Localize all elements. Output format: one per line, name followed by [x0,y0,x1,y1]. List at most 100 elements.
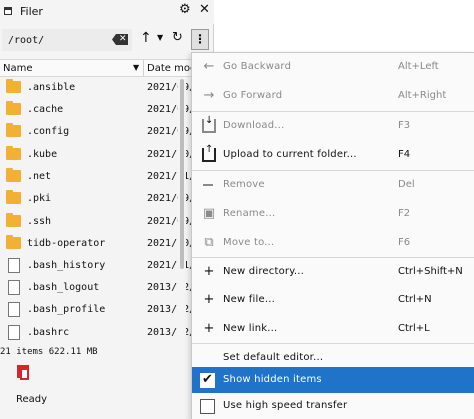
file-date: 2021/09/ [147,126,196,137]
menu-item-shortcut: Alt+Left [398,61,439,72]
file-date: 2021/09/ [147,82,196,93]
menu-item-label: Go Backward [223,61,292,72]
menu-item-label: Move to... [223,237,275,248]
menu-item-download[interactable]: ↓ Download... F3 [192,112,474,141]
menu-item-rename[interactable]: ▣ Rename... F2 [192,200,474,229]
menu-item-shortcut: F3 [398,120,411,131]
menu-item-shortcut: F6 [398,237,411,248]
file-row[interactable]: .ssh 2021/09/ [0,211,195,233]
menu-item-label: Download... [223,120,285,131]
chevron-down-icon[interactable]: ▼ [157,33,163,42]
menu-item-high-speed-transfer[interactable]: Use high speed transfer [192,393,474,419]
menu-item-show-hidden[interactable]: Show hidden items [192,367,474,393]
menu-item-shortcut: Alt+Right [398,90,447,101]
vertical-scrollbar[interactable] [178,77,186,345]
menu-item-remove[interactable]: Remove Del [192,171,474,200]
menu-item-shortcut: Ctrl+L [398,323,430,334]
file-list-header: Name ▼ Date mod [0,59,214,77]
scrollbar-thumb[interactable] [180,79,184,269]
file-date: 2013/12/ [147,327,196,338]
filer-panel: Filer ⚙ ✕ ✕ ↑ ▼ ↻ ⋮ Name ▼ Date mod .ans… [0,0,214,419]
folder-icon [6,146,21,160]
menu-item-new-file[interactable]: + New file... Ctrl+N [192,286,474,315]
file-name: .bash_logout [27,282,100,293]
column-header-name[interactable]: Name [3,63,33,74]
file-name: tidb-operator [27,238,106,249]
menu-item-new-link[interactable]: + New link... Ctrl+L [192,315,474,344]
file-row[interactable]: .cache 2021/09/ [0,99,195,121]
plus-icon: + [203,321,215,336]
menu-item-shortcut: Del [398,179,415,190]
file-row[interactable]: .bash_profile 2013/12/ [0,299,195,321]
menu-item-new-directory[interactable]: + New directory... Ctrl+Shift+N [192,258,474,287]
folder-icon [6,101,21,115]
more-menu-button[interactable]: ⋮ [191,29,209,50]
file-row[interactable]: .bash_history 2021/11/ [0,255,195,277]
upload-icon: ↑ [202,144,216,162]
file-row[interactable]: .bash_logout 2013/12/ [0,277,195,299]
file-name: .pki [27,193,52,204]
file-date: 2021/09/ [147,193,196,204]
up-arrow-icon[interactable]: ↑ [140,30,152,46]
menu-item-label: Remove [223,179,265,190]
menu-item-shortcut: F4 [398,149,411,160]
menu-item-label: Use high speed transfer [223,400,348,411]
menu-item-label: Upload to current folder... [223,149,357,160]
file-row[interactable]: .net 2021/11/ [0,166,195,188]
file-name: .kube [27,149,58,160]
file-row[interactable]: tidb-operator 2021/10/ [0,233,195,255]
menu-item-go-forward[interactable]: → Go Forward Alt+Right [192,82,474,111]
app-logo-icon[interactable] [14,364,32,382]
file-row[interactable]: .bashrc 2013/12/ [0,322,195,344]
folder-icon [6,190,21,204]
high-speed-checkbox[interactable] [200,399,215,414]
window-title: Filer [20,5,43,18]
menu-item-go-backward[interactable]: ← Go Backward Alt+Left [192,53,474,82]
file-date: 2021/09/ [147,104,196,115]
gear-icon[interactable]: ⚙ [179,2,191,17]
file-row[interactable]: .kube 2021/10/ [0,144,195,166]
download-icon: ↓ [202,115,216,133]
folder-icon [6,123,21,137]
title-bar: Filer ⚙ ✕ [0,0,214,24]
ready-status: Ready [16,394,48,405]
folder-icon [6,213,21,227]
path-bar: ✕ ↑ ▼ ↻ ⋮ [0,27,214,55]
file-row[interactable]: .ansible 2021/09/ [0,77,195,99]
reload-icon[interactable]: ↻ [172,30,183,45]
move-icon: ⧉ [204,235,214,250]
plus-icon: + [203,264,215,279]
folder-icon [6,235,21,249]
file-date: 2013/12/ [147,304,196,315]
menu-item-shortcut: F2 [398,208,411,219]
arrow-right-icon: → [203,88,215,103]
file-row[interactable]: .config 2021/09/ [0,121,195,143]
menu-item-label: New directory... [223,266,305,277]
menu-item-label: Set default editor... [223,352,324,363]
menu-item-label: Show hidden items [223,374,322,385]
menu-item-label: Rename... [223,208,276,219]
file-name: .bash_history [27,260,106,271]
menu-item-upload[interactable]: ↑ Upload to current folder... F4 [192,141,474,170]
status-bar: 21 items 622.11 MB [0,345,214,359]
file-name: .bash_profile [27,304,106,315]
status-summary: 21 items 622.11 MB [0,347,98,357]
context-menu: ← Go Backward Alt+Left → Go Forward Alt+… [191,52,474,419]
show-hidden-checkbox[interactable] [200,372,215,388]
menu-item-label: New file... [223,294,275,305]
window-icon [4,7,12,15]
folder-icon [6,168,21,182]
file-icon [8,258,20,273]
plus-icon: + [203,292,215,307]
file-date: 2021/10/ [147,149,196,160]
file-icon [8,280,20,295]
close-icon[interactable]: ✕ [199,2,210,17]
column-header-date[interactable]: Date mod [147,63,196,74]
file-date: 2021/11/ [147,171,196,182]
remove-icon [203,184,213,186]
menu-item-label: Go Forward [223,90,283,101]
menu-item-move-to[interactable]: ⧉ Move to... F6 [192,229,474,258]
file-row[interactable]: .pki 2021/09/ [0,188,195,210]
column-divider[interactable] [143,60,144,76]
sort-chevron-icon[interactable]: ▼ [133,63,139,72]
